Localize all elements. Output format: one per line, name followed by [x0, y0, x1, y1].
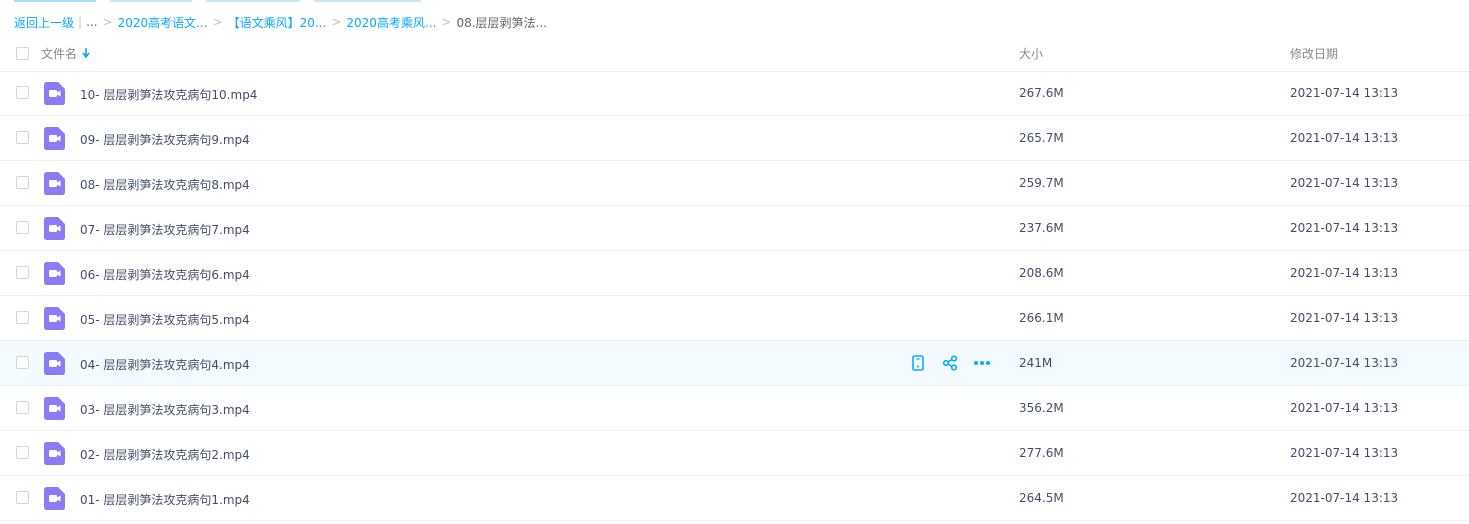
- phone-icon[interactable]: [909, 354, 927, 372]
- toolbar-button-edge: [14, 0, 96, 2]
- file-size: 237.6M: [1019, 221, 1064, 235]
- file-name[interactable]: 09- 层层剥笋法攻克病句9.mp4: [80, 131, 250, 148]
- file-checkbox[interactable]: [16, 491, 29, 504]
- file-modified-date: 2021-07-14 13:13: [1290, 446, 1399, 460]
- file-checkbox[interactable]: [16, 266, 29, 279]
- file-modified-date: 2021-07-14 13:13: [1290, 221, 1399, 235]
- file-checkbox[interactable]: [16, 311, 29, 324]
- video-file-icon: [44, 397, 65, 420]
- file-checkbox[interactable]: [16, 86, 29, 99]
- file-checkbox[interactable]: [16, 131, 29, 144]
- back-link[interactable]: 返回上一级: [14, 14, 74, 31]
- column-header-size[interactable]: 大小: [1019, 45, 1043, 62]
- file-name[interactable]: 03- 层层剥笋法攻克病句3.mp4: [80, 401, 250, 418]
- file-size: 267.6M: [1019, 86, 1064, 100]
- file-size: 356.2M: [1019, 401, 1064, 415]
- file-row[interactable]: 02- 层层剥笋法攻克病句2.mp4 277.6M 2021-07-14 13:13: [0, 431, 1469, 476]
- file-name[interactable]: 08- 层层剥笋法攻克病句8.mp4: [80, 176, 250, 193]
- breadcrumb-pipe: |: [78, 15, 83, 29]
- video-file-icon: [44, 487, 65, 510]
- file-row[interactable]: 08- 层层剥笋法攻克病句8.mp4 259.7M 2021-07-14 13:13: [0, 161, 1469, 206]
- file-modified-date: 2021-07-14 13:13: [1290, 131, 1399, 145]
- video-file-icon: [44, 262, 65, 285]
- file-row[interactable]: 10- 层层剥笋法攻克病句10.mp4 267.6M 2021-07-14 13:1…: [0, 71, 1469, 116]
- video-file-icon: [44, 127, 65, 150]
- breadcrumb-item[interactable]: 2020高考语文...: [118, 14, 208, 31]
- file-row[interactable]: 01- 层层剥笋法攻克病句1.mp4 264.5M 2021-07-14 13:13: [0, 476, 1469, 521]
- file-modified-date: 2021-07-14 13:13: [1290, 176, 1399, 190]
- file-size: 259.7M: [1019, 176, 1064, 190]
- file-name[interactable]: 01- 层层剥笋法攻克病句1.mp4: [80, 491, 250, 508]
- breadcrumb: 返回上一级 | ... > 2020高考语文... > 【语文乘风】20... …: [14, 14, 547, 30]
- file-name[interactable]: 04- 层层剥笋法攻克病句4.mp4: [80, 356, 250, 373]
- file-checkbox[interactable]: [16, 401, 29, 414]
- breadcrumb-current: 08.层层剥笋法...: [456, 15, 547, 30]
- share-icon[interactable]: [941, 354, 959, 372]
- more-icon[interactable]: [973, 354, 991, 372]
- breadcrumb-item[interactable]: 2020高考乘风...: [346, 14, 436, 31]
- file-name[interactable]: 06- 层层剥笋法攻克病句6.mp4: [80, 266, 250, 283]
- file-name[interactable]: 07- 层层剥笋法攻克病句7.mp4: [80, 221, 250, 238]
- toolbar-button-edge: [206, 0, 300, 2]
- file-checkbox[interactable]: [16, 221, 29, 234]
- top-toolbar-edge: [0, 0, 1469, 2]
- select-all-checkbox[interactable]: [16, 47, 29, 60]
- file-modified-date: 2021-07-14 13:13: [1290, 266, 1399, 280]
- video-file-icon: [44, 172, 65, 195]
- file-modified-date: 2021-07-14 13:13: [1290, 401, 1399, 415]
- file-size: 265.7M: [1019, 131, 1064, 145]
- column-header-date[interactable]: 修改日期: [1290, 45, 1338, 62]
- file-size: 264.5M: [1019, 491, 1064, 505]
- breadcrumb-separator: >: [102, 15, 113, 29]
- breadcrumb-separator: >: [331, 15, 342, 29]
- file-row[interactable]: 03- 层层剥笋法攻克病句3.mp4 356.2M 2021-07-14 13:13: [0, 386, 1469, 431]
- file-modified-date: 2021-07-14 13:13: [1290, 86, 1399, 100]
- file-row[interactable]: 06- 层层剥笋法攻克病句6.mp4 208.6M 2021-07-14 13:13: [0, 251, 1469, 296]
- file-list-header: 文件名 大小 修改日期: [0, 34, 1469, 72]
- column-header-name[interactable]: 文件名: [41, 45, 90, 62]
- video-file-icon: [44, 217, 65, 240]
- file-checkbox[interactable]: [16, 446, 29, 459]
- breadcrumb-separator: >: [212, 15, 223, 29]
- breadcrumb-separator: >: [441, 15, 452, 29]
- file-modified-date: 2021-07-14 13:13: [1290, 311, 1399, 325]
- file-name[interactable]: 02- 层层剥笋法攻克病句2.mp4: [80, 446, 250, 463]
- file-row[interactable]: 09- 层层剥笋法攻克病句9.mp4 265.7M 2021-07-14 13:13: [0, 116, 1469, 161]
- file-size: 277.6M: [1019, 446, 1064, 460]
- video-file-icon: [44, 352, 65, 375]
- file-checkbox[interactable]: [16, 356, 29, 369]
- file-size: 241M: [1019, 356, 1053, 370]
- file-checkbox[interactable]: [16, 176, 29, 189]
- breadcrumb-item[interactable]: 【语文乘风】20...: [228, 14, 327, 31]
- breadcrumb-ellipsis: ...: [86, 15, 98, 29]
- file-row[interactable]: 05- 层层剥笋法攻克病句5.mp4 266.1M 2021-07-14 13:13: [0, 296, 1469, 341]
- video-file-icon: [44, 307, 65, 330]
- file-modified-date: 2021-07-14 13:13: [1290, 491, 1399, 505]
- toolbar-button-edge: [314, 0, 421, 2]
- row-actions: [909, 354, 1005, 372]
- file-row[interactable]: 07- 层层剥笋法攻克病句7.mp4 237.6M 2021-07-14 13:13: [0, 206, 1469, 251]
- file-size: 208.6M: [1019, 266, 1064, 280]
- toolbar-button-edge: [110, 0, 192, 2]
- file-name[interactable]: 05- 层层剥笋法攻克病句5.mp4: [80, 311, 250, 328]
- file-list: 10- 层层剥笋法攻克病句10.mp4 267.6M 2021-07-14 13:1…: [0, 71, 1469, 521]
- file-size: 266.1M: [1019, 311, 1064, 325]
- video-file-icon: [44, 442, 65, 465]
- file-row[interactable]: 04- 层层剥笋法攻克病句4.mp4 241M 2021-07-14 13:13: [0, 340, 1469, 386]
- file-modified-date: 2021-07-14 13:13: [1290, 356, 1399, 370]
- sort-arrow-down-icon[interactable]: [82, 47, 90, 60]
- file-name[interactable]: 10- 层层剥笋法攻克病句10.mp4: [80, 86, 257, 103]
- column-name-label: 文件名: [41, 47, 78, 61]
- video-file-icon: [44, 82, 65, 105]
